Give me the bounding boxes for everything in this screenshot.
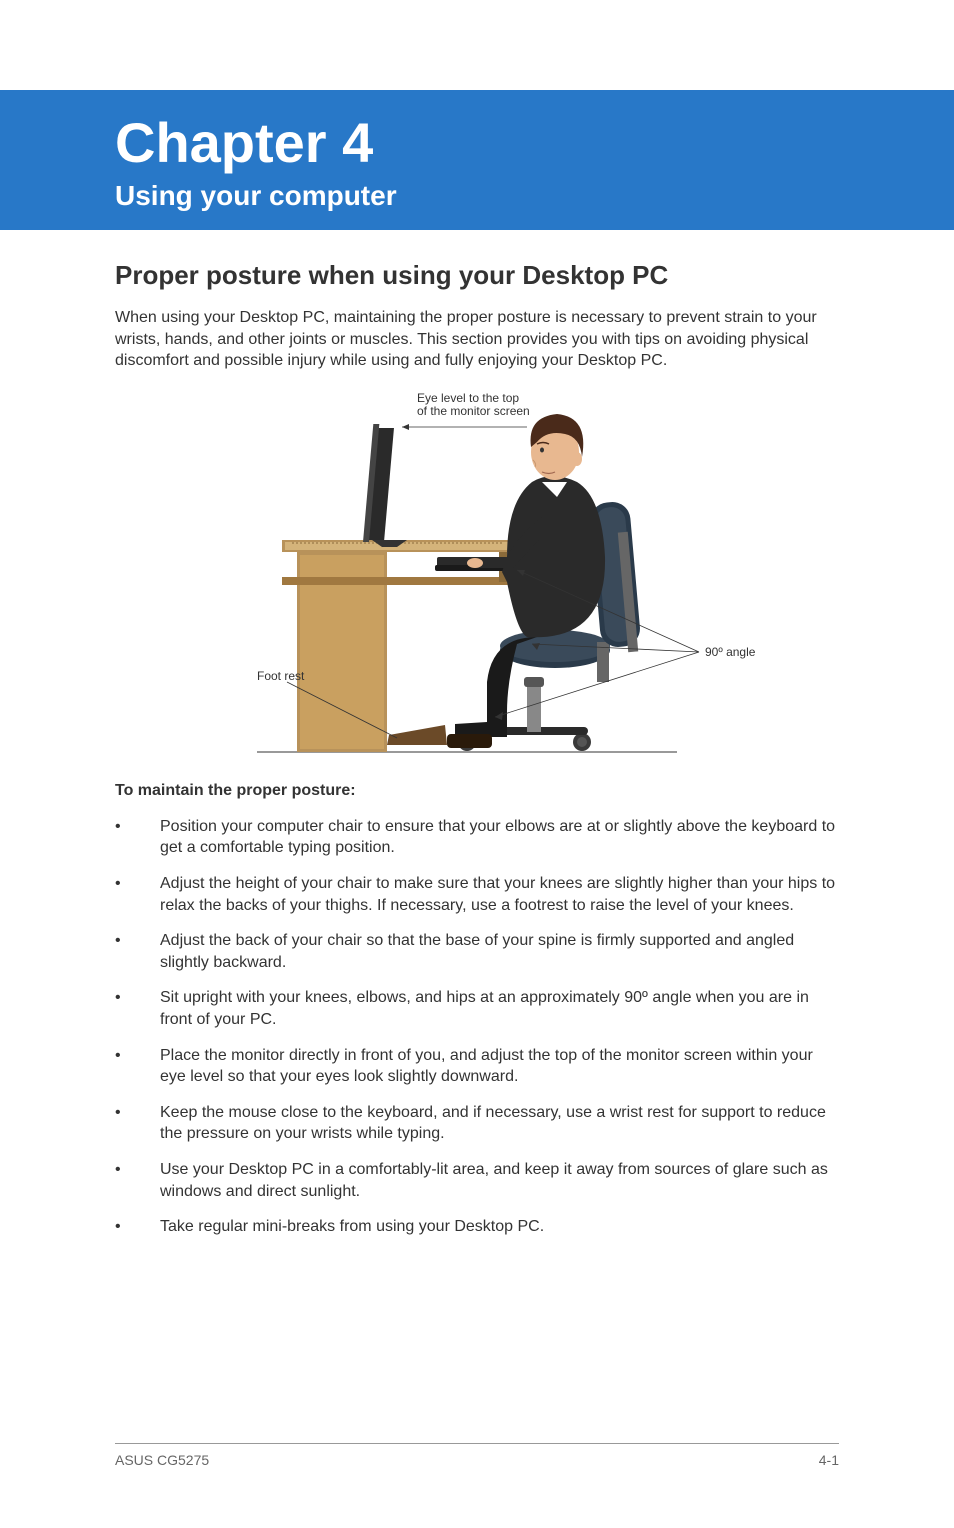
eye-level-label-2: of the monitor screen (417, 404, 530, 418)
list-item: •Use your Desktop PC in a comfortably-li… (115, 1159, 839, 1202)
list-item: •Adjust the height of your chair to make… (115, 873, 839, 916)
footer-right: 4-1 (819, 1452, 839, 1468)
bullet-icon: • (115, 1216, 160, 1238)
bullet-icon: • (115, 1159, 160, 1202)
chapter-title: Chapter 4 (115, 110, 914, 175)
page-content: Proper posture when using your Desktop P… (0, 230, 954, 1238)
page-footer: ASUS CG5275 4-1 (115, 1443, 839, 1468)
bullet-icon: • (115, 1045, 160, 1088)
bullet-icon: • (115, 930, 160, 973)
bullet-icon: • (115, 1102, 160, 1145)
section-heading: Proper posture when using your Desktop P… (115, 260, 839, 291)
bullet-icon: • (115, 873, 160, 916)
chapter-subtitle: Using your computer (115, 180, 914, 212)
list-item: •Place the monitor directly in front of … (115, 1045, 839, 1088)
bullet-icon: • (115, 816, 160, 859)
posture-figure: Foot rest Eye level to the top of the mo… (115, 382, 839, 762)
list-item: •Take regular mini-breaks from using you… (115, 1216, 839, 1238)
angle-label: 90º angle (705, 645, 756, 659)
chapter-banner: Chapter 4 Using your computer (0, 90, 954, 230)
tips-heading: To maintain the proper posture: (115, 782, 839, 800)
list-item: •Adjust the back of your chair so that t… (115, 930, 839, 973)
foot-rest-label: Foot rest (257, 669, 305, 683)
tips-list: •Position your computer chair to ensure … (115, 816, 839, 1238)
list-item: •Sit upright with your knees, elbows, an… (115, 987, 839, 1030)
list-item: •Keep the mouse close to the keyboard, a… (115, 1102, 839, 1145)
intro-paragraph: When using your Desktop PC, maintaining … (115, 307, 839, 372)
bullet-icon: • (115, 987, 160, 1030)
list-item: •Position your computer chair to ensure … (115, 816, 839, 859)
footer-left: ASUS CG5275 (115, 1452, 209, 1468)
eye-level-label-1: Eye level to the top (417, 391, 519, 405)
